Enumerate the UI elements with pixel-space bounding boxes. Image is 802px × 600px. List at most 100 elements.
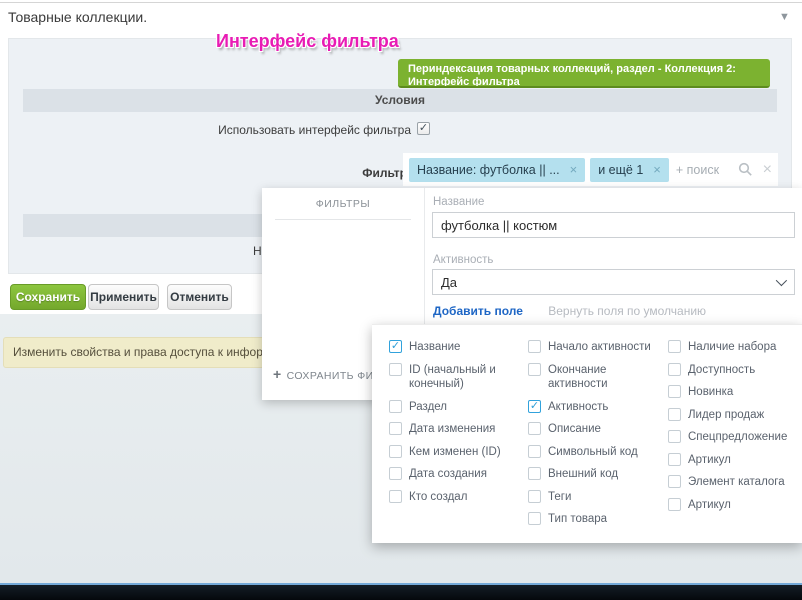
field-checkbox-item[interactable]: Артикул <box>668 453 796 468</box>
field-checkbox-item[interactable]: Символьный код <box>528 445 668 460</box>
save-button[interactable]: Сохранить <box>10 284 86 310</box>
field-checkbox-item[interactable]: Элемент каталога <box>668 475 796 490</box>
chevron-down-icon[interactable]: ▼ <box>779 11 790 23</box>
field-label: Лидер продаж <box>688 408 772 423</box>
name-field-input[interactable] <box>432 212 795 238</box>
checkbox[interactable]: ✓ <box>528 400 541 413</box>
checkbox[interactable] <box>668 363 681 376</box>
field-label: Элемент каталога <box>688 475 793 490</box>
filter-chips: Название: футболка || ... × и ещё 1 × <box>409 158 674 182</box>
close-icon[interactable]: × <box>653 162 661 177</box>
checkbox[interactable] <box>668 475 681 488</box>
filter-search-bar[interactable]: Название: футболка || ... × и ещё 1 × × <box>403 153 778 186</box>
checkbox[interactable] <box>668 430 681 443</box>
use-filter-label: Использовать интерфейс фильтра <box>69 123 411 137</box>
field-checkbox-item[interactable]: Внешний код <box>528 467 668 482</box>
field-checkbox-item[interactable]: Тип товара <box>528 512 668 527</box>
filter-chip[interactable]: Название: футболка || ... × <box>409 158 585 182</box>
filter-chip-label: Название: футболка || ... <box>417 163 560 177</box>
field-checkbox-item[interactable]: Спецпредложение <box>668 430 796 445</box>
filter-search-input[interactable] <box>674 162 736 178</box>
activity-select[interactable]: Да <box>432 269 795 295</box>
checkbox[interactable] <box>528 422 541 435</box>
use-filter-checkbox[interactable]: ✓ <box>417 122 430 135</box>
page-root: Товарные коллекции. ▼ Интерфейс фильтра … <box>0 0 802 600</box>
activity-field-label: Активность <box>433 254 493 266</box>
checkbox[interactable]: ✓ <box>389 340 402 353</box>
field-checkbox-item[interactable]: Теги <box>528 490 668 505</box>
field-label: Спецпредложение <box>688 430 795 445</box>
field-label: Активность <box>548 400 616 415</box>
field-checkbox-item[interactable]: Лидер продаж <box>668 408 796 423</box>
checkbox[interactable] <box>528 490 541 503</box>
checkbox[interactable] <box>668 453 681 466</box>
field-checkbox-item[interactable]: Наличие набора <box>668 340 796 355</box>
checkbox[interactable] <box>668 498 681 511</box>
field-checkbox-item[interactable]: Дата изменения <box>389 422 528 437</box>
field-label: Раздел <box>409 400 455 415</box>
field-label: Артикул <box>688 453 739 468</box>
field-checkbox-item[interactable]: Дата создания <box>389 467 528 482</box>
field-checkbox-item[interactable]: Кем изменен (ID) <box>389 445 528 460</box>
checkbox[interactable] <box>668 340 681 353</box>
field-label: Окончание активности <box>548 363 668 392</box>
checkbox[interactable] <box>528 467 541 480</box>
top-divider <box>0 2 802 3</box>
activity-select-value: Да <box>441 275 457 290</box>
checkbox[interactable] <box>668 408 681 421</box>
checkbox[interactable] <box>668 385 681 398</box>
field-checkbox-item[interactable]: Раздел <box>389 400 528 415</box>
cancel-button[interactable]: Отменить <box>167 284 232 310</box>
field-checkbox-item[interactable]: Доступность <box>668 363 796 378</box>
checkbox[interactable] <box>528 363 541 376</box>
checkbox[interactable] <box>389 400 402 413</box>
field-checkbox-item[interactable]: Новинка <box>668 385 796 400</box>
plus-icon: + <box>273 366 282 382</box>
filter-popup-links: Добавить поле Вернуть поля по умолчанию <box>433 304 706 318</box>
close-icon[interactable]: × <box>570 162 578 177</box>
restore-fields-link[interactable]: Вернуть поля по умолчанию <box>548 304 706 318</box>
filter-chip-label: и ещё 1 <box>598 163 643 177</box>
fields-column: Начало активности Окончание активности ✓… <box>528 340 668 543</box>
filter-chip[interactable]: и ещё 1 × <box>590 158 669 182</box>
checkbox[interactable] <box>528 512 541 525</box>
checkbox[interactable] <box>389 445 402 458</box>
checkbox[interactable] <box>389 363 402 376</box>
field-checkbox-item[interactable]: Описание <box>528 422 668 437</box>
field-label: Теги <box>548 490 579 505</box>
field-label: ID (начальный и конечный) <box>409 363 528 392</box>
checkbox[interactable] <box>389 422 402 435</box>
conditions-section-header: Условия <box>23 89 777 112</box>
field-label: Артикул <box>688 498 739 513</box>
filters-sidebar-title: ФИЛЬТРЫ <box>262 198 424 210</box>
page-title: Товарные коллекции. <box>8 9 147 25</box>
add-field-link[interactable]: Добавить поле <box>433 304 523 318</box>
field-label: Новинка <box>688 385 741 400</box>
field-checkbox-item[interactable]: ✓ Название <box>389 340 528 355</box>
field-checkbox-item[interactable]: Начало активности <box>528 340 668 355</box>
annotation-heading: Интерфейс фильтра <box>216 31 399 52</box>
sidebar-divider <box>275 219 411 220</box>
field-label: Наличие набора <box>688 340 784 355</box>
field-label: Кто создал <box>409 490 475 505</box>
footer-bar <box>0 585 802 600</box>
field-label: Доступность <box>688 363 763 378</box>
field-label: Название <box>409 340 468 355</box>
field-label: Начало активности <box>548 340 659 355</box>
checkbox[interactable] <box>528 445 541 458</box>
apply-button[interactable]: Применить <box>88 284 159 310</box>
checkbox[interactable] <box>389 467 402 480</box>
field-checkbox-item[interactable]: Кто создал <box>389 490 528 505</box>
field-checkbox-item[interactable]: Окончание активности <box>528 363 668 392</box>
checkbox[interactable] <box>389 490 402 503</box>
fields-column: Наличие набора Доступность Новинка Лидер… <box>668 340 796 543</box>
checkbox[interactable] <box>528 340 541 353</box>
field-checkbox-item[interactable]: ✓ Активность <box>528 400 668 415</box>
field-label: Символьный код <box>548 445 646 460</box>
field-checkbox-item[interactable]: Артикул <box>668 498 796 513</box>
name-field-label: Название <box>433 196 484 208</box>
search-icon[interactable] <box>738 162 753 177</box>
reindex-toast: Периндексация товарных коллекций, раздел… <box>398 59 770 88</box>
close-icon[interactable]: × <box>763 161 772 179</box>
field-checkbox-item[interactable]: ID (начальный и конечный) <box>389 363 528 392</box>
